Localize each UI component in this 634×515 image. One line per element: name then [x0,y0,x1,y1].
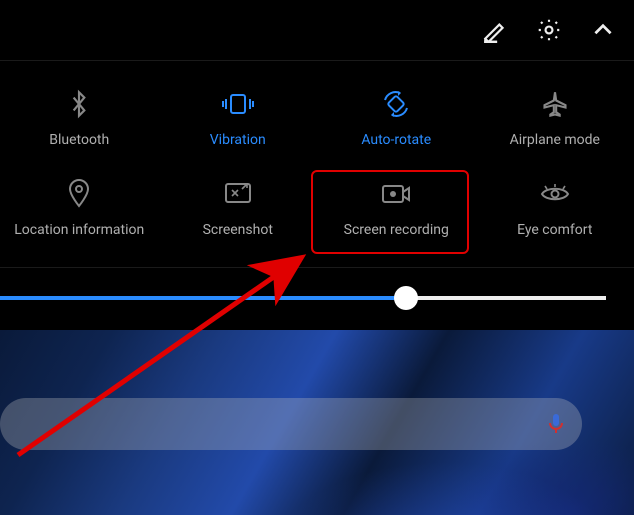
tile-screenshot[interactable]: Screenshot [159,163,318,253]
brightness-slider-area [0,268,634,330]
tile-label: Screenshot [203,222,273,238]
edit-icon[interactable] [482,17,508,43]
quick-settings-header [0,0,634,60]
slider-rest [400,296,606,300]
tile-location[interactable]: Location information [0,163,159,253]
slider-fill [0,296,400,300]
tile-autorotate[interactable]: Auto-rotate [317,73,476,163]
tile-label: Bluetooth [49,132,109,148]
brightness-slider[interactable] [0,296,606,300]
screenshot-icon [223,178,253,210]
tile-label: Airplane mode [510,132,600,148]
tile-airplane[interactable]: Airplane mode [476,73,634,163]
tile-label: Screen recording [344,222,449,238]
vibration-icon [221,88,255,120]
tile-vibration[interactable]: Vibration [159,73,318,163]
quick-settings-grid: Bluetooth Vibration Auto-rotate Airplane… [0,61,634,267]
tile-bluetooth[interactable]: Bluetooth [0,73,159,163]
tile-label: Auto-rotate [361,132,431,148]
tile-eyecomfort[interactable]: Eye comfort [476,163,634,253]
home-wallpaper [0,330,634,515]
settings-icon[interactable] [536,17,562,43]
location-icon [67,178,91,210]
bluetooth-icon [66,88,92,120]
screen-recording-icon [380,178,412,210]
autorotate-icon [381,88,411,120]
tile-label: Vibration [210,132,266,148]
microphone-icon[interactable] [548,413,564,435]
tile-label: Location information [14,222,144,238]
eye-icon [539,178,571,210]
tile-screenrecord[interactable]: Screen recording [317,163,476,253]
chevron-up-icon[interactable] [590,17,616,43]
airplane-icon [541,88,569,120]
tile-label: Eye comfort [517,222,592,238]
slider-thumb[interactable] [394,286,418,310]
search-bar[interactable] [0,398,582,450]
